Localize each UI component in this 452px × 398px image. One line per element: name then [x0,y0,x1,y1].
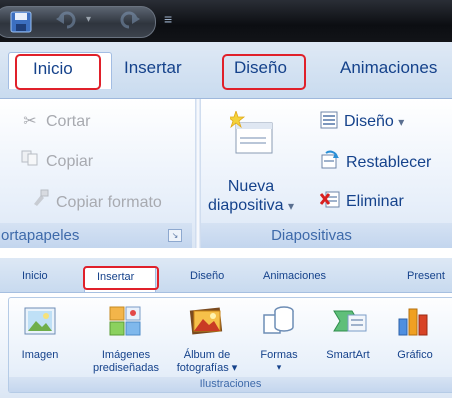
undo-dropdown-icon[interactable]: ▾ [86,14,91,25]
button-label: Restablecer [346,154,432,171]
tab-animaciones-bottom[interactable]: Animaciones [263,270,326,282]
copy-button[interactable]: Copiar [20,150,93,171]
save-icon[interactable] [10,11,32,38]
tab-label: Insertar [124,58,182,77]
clipart-label: Imágenes prediseñadas [84,349,168,375]
button-label-text: diapositiva [207,197,284,214]
button-label: Diseño [344,113,394,130]
button-label-line2: diapositiva ▾ [205,196,297,216]
smartart-icon [332,305,368,342]
group-label-slides: Diapositivas [201,223,452,248]
dropdown-arrow-icon: ▾ [276,362,282,372]
button-label: Copiar [46,153,94,170]
ribbon-tabs-top: Inicio Insertar Diseño Animaciones [0,42,452,98]
tab-label: Inicio [22,270,48,282]
tab-presentacion-bottom[interactable]: Present [407,270,445,282]
clipboard-dialog-launcher-icon[interactable]: ↘ [168,229,182,242]
button-label-line1: Álbum de [183,349,231,361]
layout-icon [320,111,338,134]
button-label-line2: prediseñadas [92,362,160,374]
reset-button[interactable]: Restablecer [320,150,431,175]
shapes-label: Formas ▾ [254,349,304,372]
photo-album-label: Álbum de fotografías ▾ [164,349,250,375]
group-label-text: Diapositivas [271,227,352,244]
tab-label: Present [407,270,445,282]
chart-icon [397,305,431,342]
tab-inicio-bottom[interactable]: Inicio [22,270,48,282]
layout-button[interactable]: Diseño ▾ [320,111,404,134]
tab-label: Animaciones [340,58,438,77]
undo-icon[interactable] [56,10,80,37]
ribbon-tabs-bottom: Inicio Insertar Diseño Animaciones Prese… [0,258,452,293]
group-label-text: Ilustraciones [199,378,262,390]
new-slide-icon[interactable] [226,109,276,164]
tab-insertar-top[interactable]: Insertar [124,58,182,78]
scissors-icon: ✂ [23,113,37,130]
ribbon-body-bottom: Imagen Imágenes prediseñadas Álbum de fo… [0,292,452,398]
group-label-clipboard: ortapapeles [0,223,192,248]
highlight-inicio [15,54,101,90]
button-label-line1: SmartArt [326,349,370,361]
picture-label: Imagen [18,349,62,362]
group-label-text: ortapapeles [1,227,80,244]
clipart-icon [108,305,142,342]
ribbon-zoomed-panel: ▾ ≡ Inicio Insertar Diseño Animaciones ✂… [0,0,452,248]
button-label-line1: Gráfico [397,349,433,361]
photo-album-icon [189,305,225,342]
shapes-icon [262,305,296,342]
button-label-line1: Imagen [21,349,59,361]
tab-diseno-bottom[interactable]: Diseño [190,270,224,282]
button-label-line1: Nueva [227,178,275,195]
reset-icon [320,150,340,175]
tab-label: Animaciones [263,270,326,282]
group-label-illustrations: Ilustraciones [9,377,452,392]
highlight-diseno [222,54,306,90]
button-label-line1: Imágenes [101,349,151,361]
format-painter-icon [30,189,50,212]
button-label-line2: fotografías ▾ [176,362,238,374]
ribbon-body-top: ✂ Cortar Copiar Copiar formato ortapapele… [0,98,452,248]
button-label: Eliminar [346,193,404,210]
copy-icon [20,150,40,171]
chart-label: Gráfico [390,349,440,362]
delete-button[interactable]: Eliminar [319,189,404,214]
button-label-line1: Formas [260,349,298,361]
new-slide-button[interactable]: Nueva diapositiva ▾ [205,177,297,216]
dropdown-arrow-icon: ▾ [398,115,405,129]
ribbon-small-panel: Inicio Insertar Diseño Animaciones Prese… [0,258,452,398]
format-painter-button[interactable]: Copiar formato [30,189,162,212]
picture-icon [24,305,56,342]
button-label: Copiar formato [56,194,162,211]
quick-access-toolbar: ▾ ≡ [0,0,452,42]
delete-icon [319,189,340,214]
redo-icon[interactable] [116,10,140,37]
customize-toolbar-icon[interactable]: ≡ [164,11,172,27]
highlight-insertar [83,266,159,290]
button-label: Cortar [46,113,91,130]
dropdown-arrow-icon: ▾ [288,199,295,213]
tab-label: Diseño [190,270,225,282]
cut-button[interactable]: ✂ Cortar [20,111,90,131]
tab-animaciones-top[interactable]: Animaciones [340,58,437,78]
smartart-label: SmartArt [318,349,378,362]
